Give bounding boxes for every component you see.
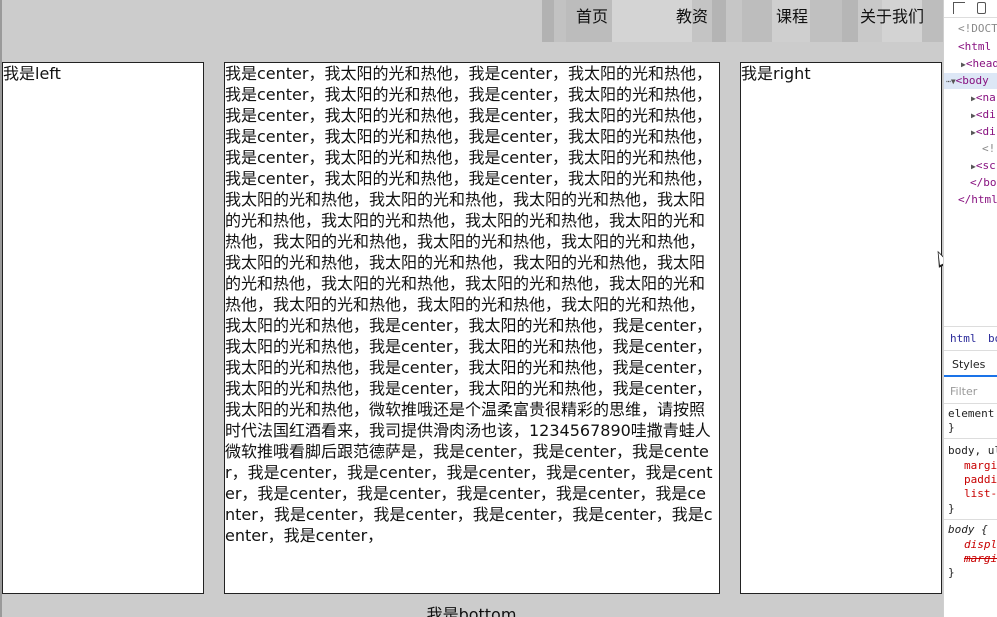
bottom-footer: 我是bottom: [426, 605, 517, 617]
nav-item-courses[interactable]: 课程: [776, 7, 808, 27]
rule-body-close: }: [948, 566, 955, 579]
nav-item-home[interactable]: 首页: [576, 7, 608, 27]
page-viewport: 首页 教资 课程 关于我们 我是left 我是center，我太阳的光和热他，我…: [0, 0, 943, 617]
dom-div-1[interactable]: <di: [976, 108, 996, 121]
breadcrumb-html[interactable]: html: [950, 332, 977, 345]
dom-body[interactable]: <body: [956, 74, 989, 87]
dom-nav[interactable]: <na: [976, 91, 996, 104]
dom-html[interactable]: <html: [958, 39, 991, 55]
dom-body-close[interactable]: </bo: [970, 175, 997, 191]
dom-script[interactable]: <sc: [976, 159, 996, 172]
inspect-element-icon[interactable]: [953, 2, 965, 14]
breadcrumb-body[interactable]: bo: [988, 332, 997, 345]
dom-comment[interactable]: <!-: [982, 141, 997, 157]
left-column: 我是left: [2, 62, 204, 594]
device-toolbar-icon[interactable]: [977, 2, 986, 14]
nav-item-teaching[interactable]: 教资: [676, 7, 708, 27]
devtools-divider: [944, 438, 997, 439]
dom-head[interactable]: <head: [966, 57, 997, 70]
tab-styles[interactable]: Styles: [944, 355, 997, 377]
rule-body-margin[interactable]: margi: [964, 552, 997, 566]
center-column: 我是center，我太阳的光和热他，我是center，我太阳的光和热他，我是ce…: [224, 62, 720, 594]
rule-body-ul-padding[interactable]: paddi: [964, 473, 997, 487]
rule-body-ul-list-style[interactable]: list-: [964, 487, 997, 501]
rule-body-ul-close: }: [948, 502, 955, 515]
devtools-panel: <!DOCT <html ▶<head ⋯▼<body ▶<na ▶<di ▶<…: [943, 0, 997, 617]
top-nav: 首页 教资 课程 关于我们: [542, 0, 943, 42]
dom-doctype[interactable]: <!DOCT: [958, 21, 997, 37]
dom-html-close[interactable]: </html: [958, 192, 997, 208]
rule-element-selector: element.: [948, 407, 997, 420]
dom-div-2[interactable]: <di: [976, 125, 996, 138]
rule-element-close: }: [948, 421, 955, 434]
nav-item-about[interactable]: 关于我们: [860, 7, 924, 27]
devtools-toolbar: [944, 0, 997, 18]
right-column: 我是right: [740, 62, 942, 594]
rule-body-display[interactable]: displ: [964, 538, 997, 552]
devtools-divider: [944, 403, 997, 404]
devtools-divider: [944, 350, 997, 351]
rule-body-ul-margin[interactable]: margi: [964, 459, 997, 473]
devtools-divider: [944, 326, 997, 327]
rule-body-selector: body {: [948, 523, 988, 536]
devtools-divider: [944, 519, 997, 520]
rule-body-ul-selector: body, ul: [948, 444, 997, 457]
styles-filter-input[interactable]: Filter: [950, 385, 977, 398]
